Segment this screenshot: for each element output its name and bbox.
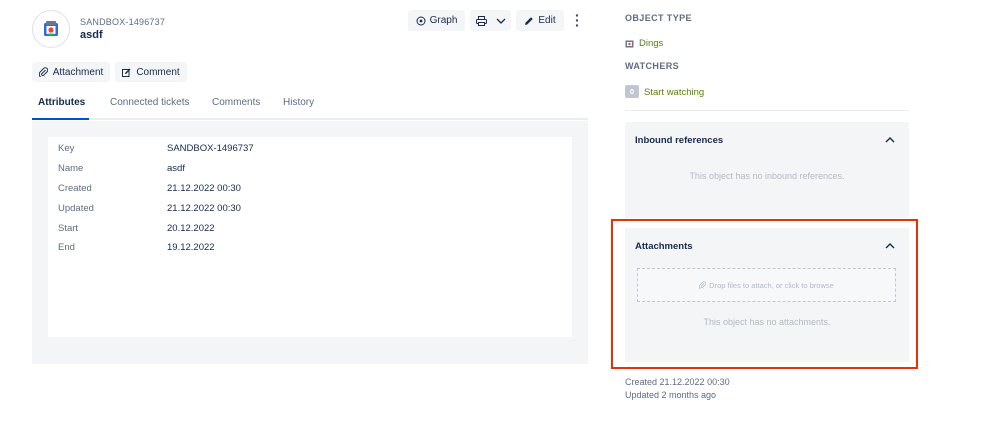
- object-key: SANDBOX-1496737: [80, 17, 166, 27]
- attributes-panel: Key SANDBOX-1496737 Name asdf Created 21…: [32, 121, 588, 364]
- graph-label: Graph: [429, 15, 458, 26]
- add-attachment-button[interactable]: Attachment: [32, 62, 110, 82]
- watchers-count-badge: 0: [625, 85, 639, 98]
- attribute-key: Key: [58, 143, 75, 154]
- start-watching-link[interactable]: Start watching: [644, 87, 704, 98]
- tab-bar: Attributes Connected tickets Comments Hi…: [32, 92, 588, 120]
- tab-attributes[interactable]: Attributes: [38, 97, 85, 108]
- updated-meta: Updated 2 months ago: [625, 390, 717, 400]
- chevron-up-icon[interactable]: [885, 136, 895, 143]
- tab-connected-tickets[interactable]: Connected tickets: [110, 97, 190, 108]
- more-actions-icon[interactable]: [573, 12, 581, 29]
- inbound-references-panel: Inbound references This object has no in…: [625, 122, 909, 218]
- paperclip-icon: [38, 67, 48, 77]
- tab-history[interactable]: History: [283, 97, 314, 108]
- pencil-icon: [525, 16, 534, 25]
- attribute-value: 21.12.2022 00:30: [167, 183, 241, 194]
- attribute-value: 21.12.2022 00:30: [167, 203, 241, 214]
- created-meta: Created 21.12.2022 00:30: [625, 377, 730, 387]
- inbound-references-title: Inbound references: [635, 135, 724, 146]
- object-type-icon: [32, 10, 70, 48]
- object-type-link[interactable]: Dings: [639, 38, 663, 49]
- graph-icon: [416, 16, 426, 25]
- edit-comment-icon: [122, 68, 131, 77]
- sidebar-divider: [625, 110, 909, 111]
- graph-button[interactable]: Graph: [408, 10, 465, 31]
- printer-icon: [475, 15, 487, 26]
- chevron-down-icon: [496, 18, 505, 24]
- edit-label: Edit: [538, 15, 556, 26]
- tab-comments[interactable]: Comments: [212, 97, 260, 108]
- attribute-key: Name: [58, 163, 84, 174]
- attachment-label: Attachment: [52, 66, 104, 78]
- watchers-heading: WATCHERS: [625, 61, 680, 71]
- attribute-key: Created: [58, 183, 92, 194]
- attribute-value: 19.12.2022: [167, 242, 215, 253]
- attribute-key: Updated: [58, 203, 94, 214]
- edit-button[interactable]: Edit: [516, 10, 564, 31]
- object-name: asdf: [80, 29, 103, 41]
- active-tab-indicator: [32, 118, 89, 120]
- attribute-value: asdf: [167, 163, 185, 174]
- add-comment-button[interactable]: Comment: [115, 62, 187, 82]
- highlight-box: [611, 219, 918, 369]
- print-menu-button[interactable]: [470, 10, 511, 31]
- attribute-key: Start: [58, 223, 79, 234]
- attributes-card: Key SANDBOX-1496737 Name asdf Created 21…: [48, 137, 572, 337]
- object-type-heading: OBJECT TYPE: [625, 13, 692, 23]
- attribute-value: 20.12.2022: [167, 223, 215, 234]
- comment-label: Comment: [136, 66, 180, 78]
- object-type-small-icon: [625, 40, 634, 48]
- attribute-value: SANDBOX-1496737: [167, 143, 254, 154]
- attribute-key: End: [58, 242, 75, 253]
- inbound-empty-text: This object has no inbound references.: [689, 171, 845, 181]
